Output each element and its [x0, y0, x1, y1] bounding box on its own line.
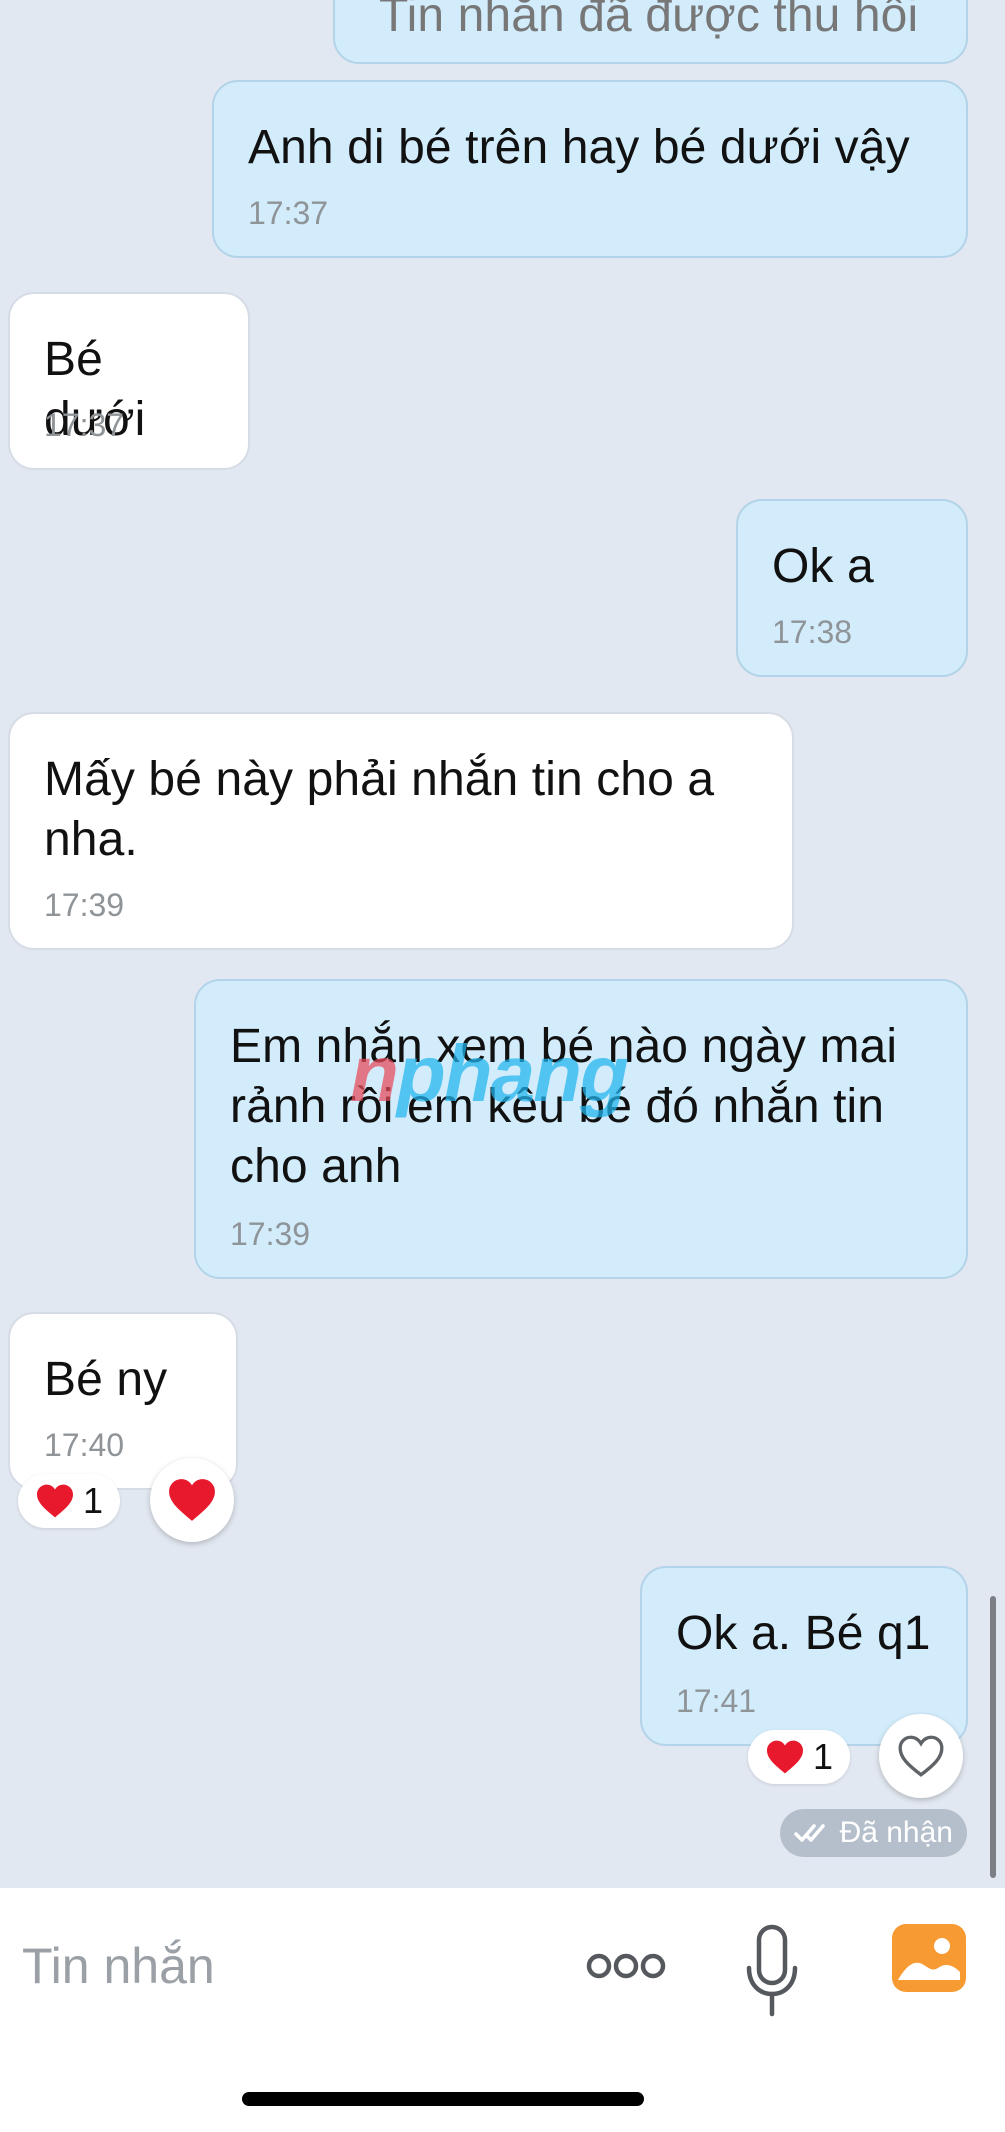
message-time: 17:37	[248, 195, 329, 231]
message-bubble-outgoing[interactable]: Anh di bé trên hay bé dưới vậy 17:37	[212, 80, 968, 258]
message-text: Anh di bé trên hay bé dưới vậy	[248, 121, 910, 174]
message-bubble-outgoing[interactable]: Ok a 17:38	[736, 499, 968, 677]
message-time: 17:39	[230, 1216, 311, 1252]
message-text: Mấy bé này phải nhắn tin cho a nha.	[44, 753, 715, 866]
more-button[interactable]	[585, 1938, 667, 1994]
message-time: 17:41	[676, 1683, 757, 1719]
reaction-count[interactable]: 1	[18, 1474, 120, 1528]
message-bubble-incoming[interactable]: Bé dưới 17:37	[8, 292, 250, 470]
scrollbar[interactable]	[990, 1596, 996, 1878]
microphone-icon	[746, 1924, 798, 2017]
heart-outline-icon	[898, 1735, 944, 1777]
heart-icon	[169, 1479, 215, 1521]
double-check-icon	[793, 1824, 825, 1842]
message-bubble-incoming[interactable]: Mấy bé này phải nhắn tin cho a nha. 17:3…	[8, 712, 794, 950]
message-time: 17:37	[44, 407, 125, 443]
more-icon	[586, 1953, 666, 1979]
react-button[interactable]	[150, 1458, 234, 1542]
image-button[interactable]	[892, 1924, 966, 1992]
heart-icon	[766, 1740, 803, 1774]
react-button[interactable]	[879, 1714, 963, 1798]
message-bubble-outgoing[interactable]: Tin nhắn đã được thu hồi	[333, 0, 968, 64]
heart-icon	[36, 1484, 73, 1518]
message-time: 17:39	[44, 887, 125, 923]
reaction-count-value: 1	[812, 1736, 834, 1777]
message-text: Ok a	[772, 540, 874, 593]
message-composer: Tin nhắn	[0, 1888, 1005, 2132]
message-bubble-outgoing[interactable]: Em nhắn xem bé nào ngày mai rảnh rồi em …	[194, 979, 968, 1279]
message-text: Em nhắn xem bé nào ngày mai rảnh rồi em …	[230, 1020, 898, 1193]
message-time: 17:40	[44, 1427, 125, 1463]
message-time: 17:38	[772, 614, 853, 650]
voice-button[interactable]	[744, 1924, 800, 2018]
reaction-count[interactable]: 1	[748, 1730, 850, 1784]
message-input[interactable]: Tin nhắn	[22, 1926, 542, 2006]
home-indicator	[242, 2092, 644, 2106]
message-text: Tin nhắn đã được thu hồi	[379, 0, 919, 42]
status-label: Đã nhận	[839, 1816, 953, 1849]
status-badge: Đã nhận	[779, 1809, 967, 1857]
message-text: Ok a. Bé q1	[676, 1607, 931, 1660]
reaction-count-value: 1	[82, 1480, 104, 1521]
message-text: Bé ny	[44, 1353, 168, 1406]
image-icon	[892, 1924, 966, 1992]
